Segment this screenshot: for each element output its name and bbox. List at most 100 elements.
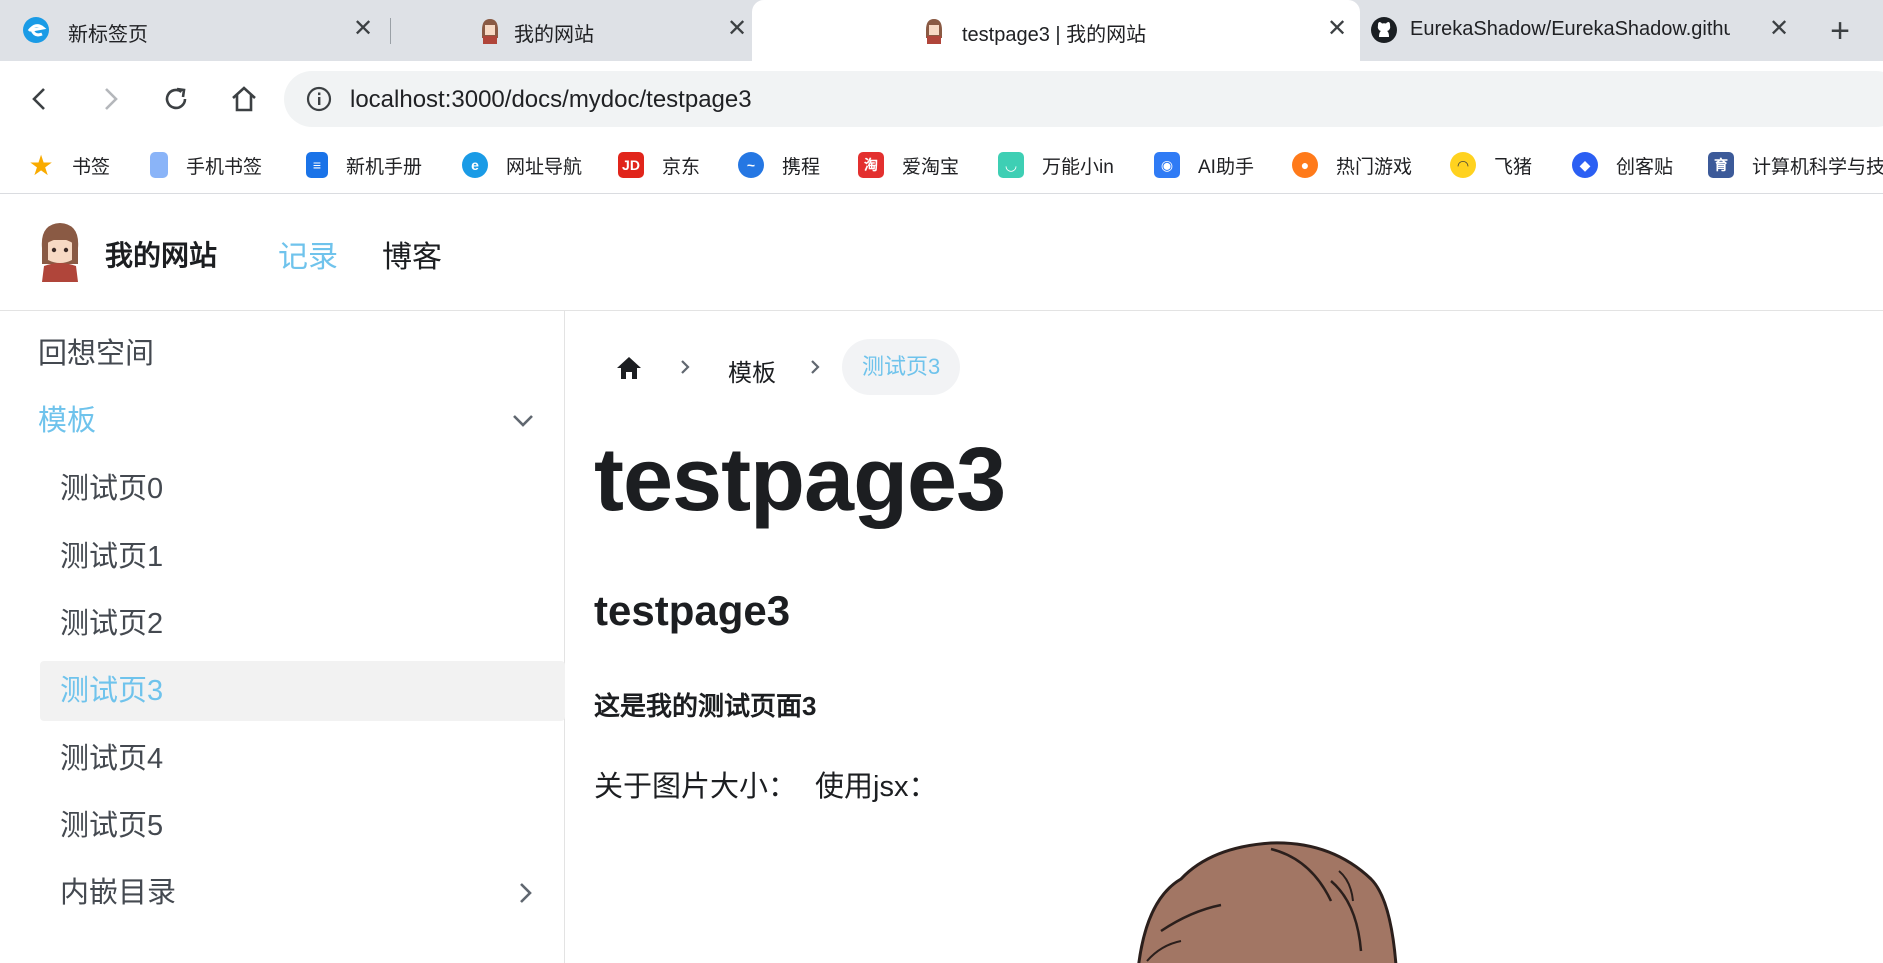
phone-icon <box>150 152 168 178</box>
tab-my-site[interactable]: 我的网站 ✕ <box>390 0 760 61</box>
sidebar-item-testpage3[interactable]: 测试页3 <box>40 661 565 721</box>
bookmark-label: 新机手册 <box>346 156 423 178</box>
fliggy-icon: ◠ <box>1450 152 1476 178</box>
taobao-icon: 淘 <box>858 152 884 178</box>
bookmark-label: 计算机科学与技 <box>1752 156 1883 178</box>
sidebar-item-testpage5[interactable]: 测试页5 <box>40 796 565 856</box>
sidebar-item-label: 测试页2 <box>60 608 164 640</box>
bookmark-item[interactable]: 淘 爱淘宝 <box>858 148 959 182</box>
bookmarks-bar: ★ 书签 手机书签 ≡ 新机手册 e 网址导航 JD 京东 ~ 携程 淘 爱淘宝… <box>0 136 1883 194</box>
close-tab-icon[interactable]: ✕ <box>1764 14 1794 44</box>
close-tab-icon[interactable]: ✕ <box>722 14 752 44</box>
bookmark-item[interactable]: ~ 携程 <box>738 148 820 182</box>
bookmark-item[interactable]: ◡ 万能小in <box>998 148 1114 182</box>
new-tab-button[interactable]: + <box>1820 12 1860 52</box>
tab-title: 新标签页 <box>68 24 148 46</box>
paragraph: 关于图片大小： 使用jsx： <box>594 763 937 805</box>
info-icon[interactable] <box>306 86 332 112</box>
browser-logo-icon <box>23 17 49 43</box>
bookmark-label: 飞猪 <box>1494 156 1533 178</box>
chevron-right-icon <box>681 360 690 374</box>
bookmark-item[interactable]: JD 京东 <box>618 148 700 182</box>
sidebar-category-nested-directory[interactable]: 内嵌目录 <box>40 863 565 923</box>
page-title: testpage3 <box>594 430 1006 530</box>
bold-text: 这是我的测试页面3 <box>594 691 817 721</box>
bookmark-label: 网址导航 <box>506 156 583 178</box>
close-tab-icon[interactable]: ✕ <box>1322 14 1352 44</box>
illustration-image <box>1137 841 1398 963</box>
sidebar-category-template[interactable]: 模板 <box>38 391 563 451</box>
avatar-icon <box>482 19 498 44</box>
close-tab-icon[interactable]: ✕ <box>348 14 378 44</box>
site-brand[interactable]: 我的网站 <box>105 234 217 274</box>
nav-link-blog[interactable]: 博客 <box>382 232 442 276</box>
bookmark-label: 爱淘宝 <box>902 156 960 178</box>
ai-assistant-icon: ◉ <box>1154 152 1180 178</box>
sidebar-item-testpage0[interactable]: 测试页0 <box>40 459 565 519</box>
back-button[interactable] <box>18 77 62 121</box>
breadcrumb-current: 测试页3 <box>842 339 961 395</box>
paragraph-text: 使用jsx： <box>815 771 938 803</box>
bookmark-label: 万能小in <box>1042 156 1114 178</box>
sidebar-item-label: 测试页0 <box>60 473 164 505</box>
breadcrumb-item[interactable]: 模板 <box>728 353 776 388</box>
section-heading: testpage3 <box>594 587 791 634</box>
url-text[interactable]: localhost:3000/docs/mydoc/testpage3 <box>350 86 752 114</box>
bookmark-label: 创客贴 <box>1616 156 1674 178</box>
chevron-down-icon[interactable] <box>511 409 535 433</box>
sidebar-item-label: 测试页1 <box>60 541 164 573</box>
reload-button[interactable] <box>154 77 198 121</box>
arrow-right-icon <box>105 88 118 110</box>
address-bar[interactable]: localhost:3000/docs/mydoc/testpage3 <box>284 71 1883 127</box>
sidebar-item-testpage4[interactable]: 测试页4 <box>40 729 565 789</box>
bookmark-item[interactable]: ◆ 创客贴 <box>1572 148 1673 182</box>
browser-toolbar: localhost:3000/docs/mydoc/testpage3 <box>0 61 1883 136</box>
sidebar-item-recall-space[interactable]: 回想空间 <box>38 324 563 384</box>
robot-icon: ◡ <box>998 152 1024 178</box>
tab-title: testpage3 | 我的网站 <box>962 24 1147 46</box>
chuangkit-icon: ◆ <box>1572 152 1598 178</box>
bookmark-item[interactable]: ● 热门游戏 <box>1292 148 1412 182</box>
bookmark-label: 热门游戏 <box>1336 156 1413 178</box>
chevron-right-icon <box>811 360 820 374</box>
bookmark-item[interactable]: 育 计算机科学与技 <box>1708 148 1883 182</box>
doc-main: 模板 测试页3 testpage3 testpage3 这是我的测试页面3 关于… <box>566 311 1883 963</box>
bookmark-item[interactable]: ★ 书签 <box>28 148 110 182</box>
browser-tab-bar: 新标签页 ✕ 我的网站 ✕ testpage3 | 我的网站 ✕ EurekaS… <box>0 0 1883 61</box>
sidebar-item-label: 内嵌目录 <box>60 877 177 909</box>
home-button[interactable] <box>222 77 266 121</box>
sidebar-item-label: 模板 <box>38 405 97 437</box>
nav-link-records[interactable]: 记录 <box>278 232 338 276</box>
manual-icon: ≡ <box>306 152 328 178</box>
bookmark-label: 手机书签 <box>186 156 263 178</box>
arrow-left-icon <box>32 88 45 110</box>
ctrip-icon: ~ <box>738 152 764 178</box>
bookmark-item[interactable]: ◠ 飞猪 <box>1450 148 1532 182</box>
tab-testpage3[interactable]: testpage3 | 我的网站 ✕ <box>752 0 1360 61</box>
bookmark-item[interactable]: ≡ 新机手册 <box>306 148 422 182</box>
game-icon: ● <box>1292 152 1318 178</box>
bookmark-item[interactable]: e 网址导航 <box>462 148 582 182</box>
sidebar-item-testpage2[interactable]: 测试页2 <box>40 594 565 654</box>
sidebar-item-testpage1[interactable]: 测试页1 <box>40 527 565 587</box>
tab-github[interactable]: EurekaShadow/EurekaShadow.github ✕ <box>1360 0 1810 61</box>
sidebar-item-label: 测试页4 <box>60 743 164 775</box>
jd-icon: JD <box>618 152 644 178</box>
chevron-right-icon[interactable] <box>513 881 537 905</box>
home-icon[interactable] <box>614 353 644 383</box>
site-logo-avatar[interactable] <box>36 220 84 282</box>
paragraph-text: 关于图片大小： <box>594 771 798 803</box>
sidebar-item-label: 测试页3 <box>60 675 164 707</box>
home-icon <box>232 86 256 112</box>
bookmark-item[interactable]: 手机书签 <box>150 148 262 182</box>
browser-logo-icon: e <box>462 152 488 178</box>
forward-button[interactable] <box>88 77 132 121</box>
reload-icon <box>165 87 187 110</box>
avatar-icon <box>926 19 942 44</box>
bookmark-label: 京东 <box>662 156 701 178</box>
bookmark-label: 携程 <box>782 156 821 178</box>
bookmark-item[interactable]: ◉ AI助手 <box>1154 148 1254 182</box>
bookmark-label: 书签 <box>72 156 111 178</box>
tab-new-tab[interactable]: 新标签页 ✕ <box>0 0 390 61</box>
star-icon: ★ <box>28 149 54 181</box>
